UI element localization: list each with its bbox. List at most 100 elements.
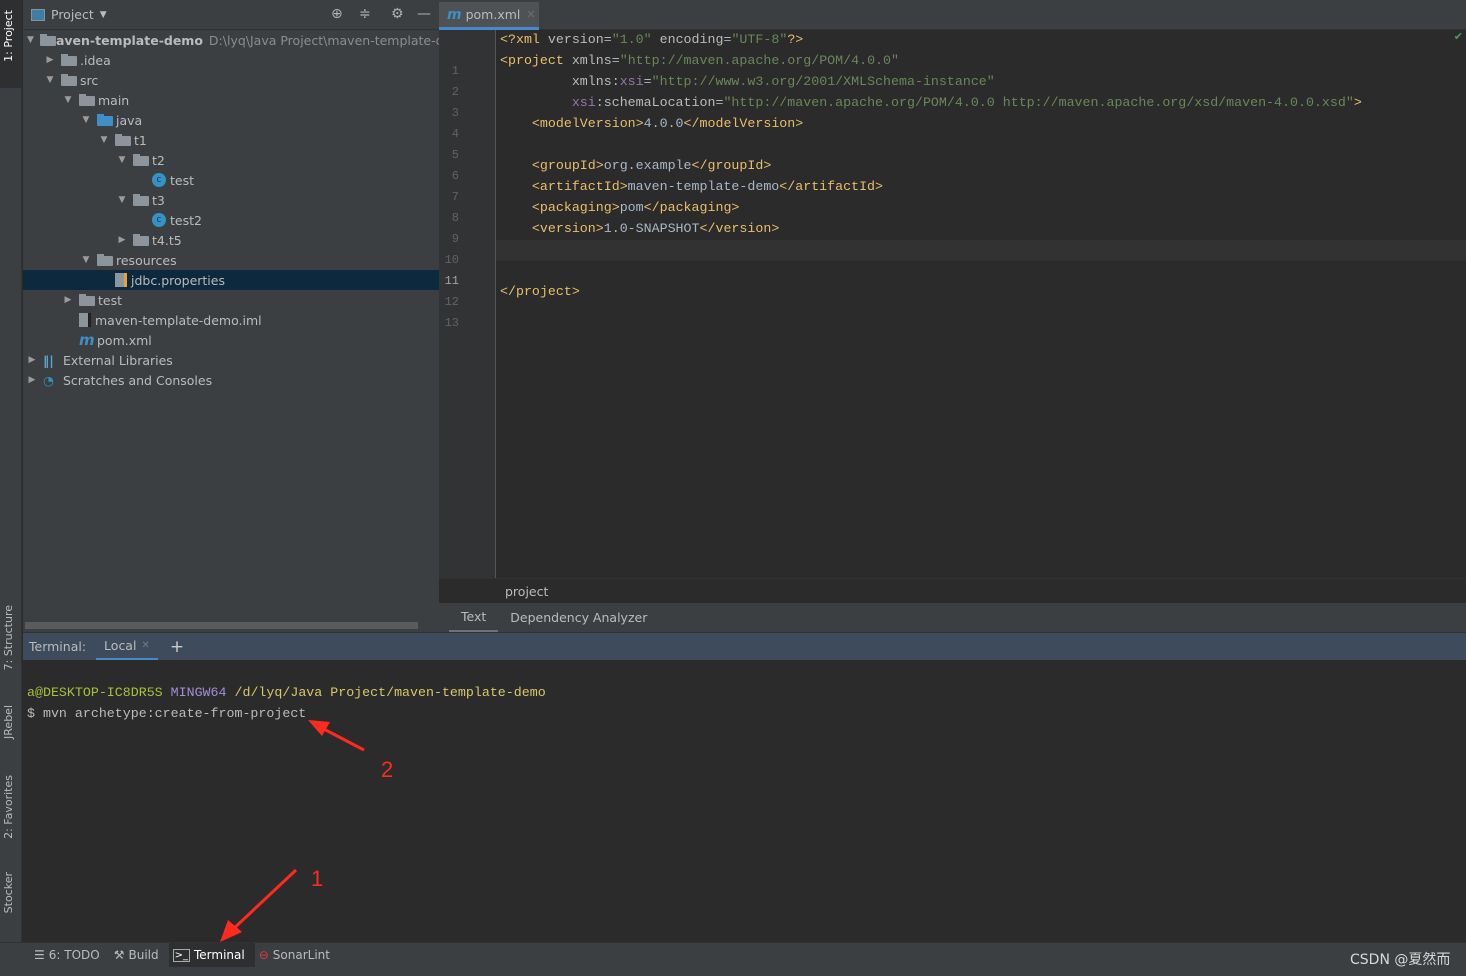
code-token: </modelVersion>: [683, 116, 804, 131]
code-token: ?>: [787, 32, 804, 47]
line-number: 11: [444, 274, 459, 288]
tree-item[interactable]: ▼ t3: [23, 190, 439, 210]
code-token: pom: [619, 200, 644, 215]
tree-item[interactable]: ▼ src: [23, 70, 439, 90]
code-line: <project xmlns="http://maven.apache.org/…: [500, 53, 899, 68]
tree-item-label: t3: [152, 192, 165, 208]
tree-item[interactable]: ▼ main: [23, 90, 439, 110]
maven-icon: m: [447, 6, 462, 23]
terminal-output[interactable]: a@DESKTOP-IC8DR5S MINGW64 /d/lyq/Java Pr…: [23, 660, 1466, 942]
hide-icon[interactable]: —: [417, 6, 431, 22]
collapsed-arrow-icon[interactable]: ▶: [45, 55, 55, 65]
line-number: 10: [444, 253, 459, 267]
tree-item[interactable]: ▼ java: [23, 110, 439, 130]
code-token: "1.0": [611, 32, 652, 47]
prompt-system: MINGW64: [170, 685, 227, 700]
collapsed-arrow-icon[interactable]: ▶: [117, 235, 127, 245]
new-terminal-button[interactable]: +: [170, 637, 184, 657]
locate-icon[interactable]: ⊕: [331, 6, 343, 22]
structure-tool-button[interactable]: 7: Structure: [2, 605, 15, 670]
tree-item-label: test: [170, 172, 195, 188]
tree-item-label: t1: [134, 132, 147, 148]
expanded-arrow-icon[interactable]: ▼: [117, 195, 127, 205]
project-view-selector[interactable]: Project: [51, 7, 94, 22]
tree-item[interactable]: ▼ resources: [23, 250, 439, 270]
tree-item-label: main: [98, 92, 130, 108]
tree-item[interactable]: c test2: [23, 210, 439, 230]
tab-dependency-analyzer[interactable]: Dependency Analyzer: [498, 604, 659, 631]
code-line: xmlns:xsi="http://www.w3.org/2001/XMLSch…: [500, 74, 995, 89]
favorites-tool-button[interactable]: 2: Favorites: [2, 775, 15, 839]
tree-item[interactable]: ▼ t1: [23, 130, 439, 150]
tree-item[interactable]: ▶ .idea: [23, 50, 439, 70]
expanded-arrow-icon[interactable]: ▼: [99, 135, 109, 145]
gear-icon[interactable]: ⚙: [391, 6, 404, 22]
hammer-icon: ⚒: [113, 948, 125, 962]
tree-item[interactable]: ▼ maven-template-demo D:\lyq\Java Project\…: [23, 30, 471, 50]
sonarlint-tool-button[interactable]: ⊖ SonarLint: [255, 943, 340, 968]
folder-icon: [61, 54, 77, 66]
close-icon[interactable]: ✕: [526, 8, 535, 21]
current-line-highlight: [496, 240, 1466, 261]
terminal-tool-button[interactable]: >_ Terminal: [168, 942, 255, 968]
class-icon: c: [152, 213, 166, 227]
code-token: xmlns: [571, 53, 612, 68]
close-icon[interactable]: ✕: [141, 640, 149, 651]
tree-item-label: src: [80, 72, 99, 88]
terminal-header: Terminal: Local ✕ +: [23, 632, 1466, 661]
tree-item-label: t2: [152, 152, 165, 168]
todo-tool-button[interactable]: ☰ 6: TODO: [30, 943, 110, 968]
code-line: <groupId>org.example</groupId>: [500, 158, 771, 173]
tree-item[interactable]: ▶ test: [23, 290, 439, 310]
expanded-arrow-icon[interactable]: ▼: [45, 75, 55, 85]
expanded-arrow-icon[interactable]: ▼: [117, 155, 127, 165]
tree-item[interactable]: jdbc.properties: [23, 270, 439, 290]
jrebel-tool-button[interactable]: JRebel: [2, 705, 15, 739]
check-icon: ✔: [1453, 30, 1463, 43]
expanded-arrow-icon[interactable]: ▼: [81, 115, 91, 125]
collapsed-arrow-icon[interactable]: ▶: [27, 375, 37, 385]
collapsed-arrow-icon[interactable]: ▶: [27, 355, 37, 365]
build-tool-button[interactable]: ⚒ Build: [110, 943, 169, 968]
tree-item[interactable]: ▼ t2: [23, 150, 439, 170]
tree-item[interactable]: ▶ t4.t5: [23, 230, 439, 250]
tab-pom-xml[interactable]: m pom.xml ✕: [439, 2, 539, 30]
expanded-arrow-icon[interactable]: ▼: [27, 35, 34, 45]
chevron-down-icon[interactable]: ▼: [100, 10, 107, 20]
line-number: 6: [451, 169, 459, 183]
horizontal-scrollbar[interactable]: [25, 622, 418, 629]
line-number: 3: [451, 106, 459, 120]
expanded-arrow-icon[interactable]: ▼: [81, 255, 91, 265]
code-token: <artifactId>: [500, 179, 628, 194]
tree-item[interactable]: m pom.xml: [23, 330, 439, 350]
stocker-tool-button[interactable]: Stocker: [2, 872, 15, 913]
project-tool-button[interactable]: 1: Project: [2, 10, 15, 62]
tree-item-label: test2: [170, 212, 202, 228]
tree-item[interactable]: ▶ ‖| External Libraries: [23, 350, 439, 370]
line-number: 7: [451, 190, 459, 204]
folder-icon: [61, 74, 77, 86]
code-token: xsi: [619, 74, 644, 89]
tree-item[interactable]: ▶ ◔ Scratches and Consoles: [23, 370, 439, 390]
tree-item[interactable]: c test: [23, 170, 439, 190]
collapsed-arrow-icon[interactable]: ▶: [63, 295, 73, 305]
list-icon: ☰: [34, 948, 45, 962]
tree-item-label: jdbc.properties: [131, 272, 225, 288]
code-line: <modelVersion>4.0.0</modelVersion>: [500, 116, 803, 131]
code-token: maven-template-demo: [627, 179, 780, 194]
breadcrumb-item[interactable]: project: [505, 584, 548, 599]
code-token: "UTF-8": [731, 32, 788, 47]
editor: m pom.xml ✕ 1 2 3 4 5 6 7 8 9 10 11 12 13 <?xml vers…: [439, 0, 1466, 633]
project-panel: Project ▼ ⊕ ≑ ⚙ — ▼ maven-template-demo D:…: [23, 0, 471, 632]
line-number: 4: [451, 127, 459, 141]
collapse-all-icon[interactable]: ≑: [359, 6, 371, 22]
editor-tab-bar: m pom.xml ✕: [439, 0, 1466, 30]
tab-local[interactable]: Local ✕: [96, 633, 158, 661]
code-token: </groupId>: [691, 158, 772, 173]
project-panel-header: Project ▼ ⊕ ≑ ⚙ —: [23, 0, 439, 30]
expanded-arrow-icon[interactable]: ▼: [63, 95, 73, 105]
tree-item[interactable]: maven-template-demo.iml: [23, 310, 439, 330]
tab-text[interactable]: Text: [449, 603, 499, 633]
line-number: 8: [451, 211, 459, 225]
code-token: <project: [500, 53, 572, 68]
